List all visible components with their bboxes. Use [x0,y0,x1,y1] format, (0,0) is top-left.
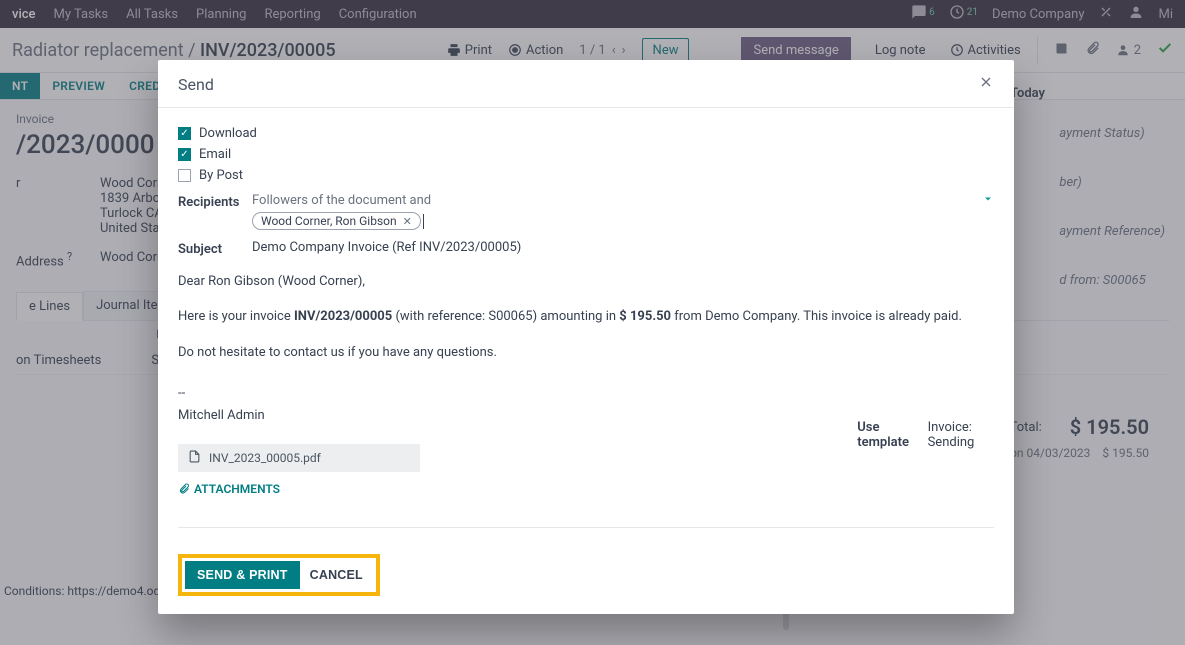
use-template-label: Use template [857,420,911,450]
download-label: Download [199,126,257,141]
recipients-label: Recipients [178,193,234,210]
email-body[interactable]: Dear Ron Gibson (Wood Corner), Here is y… [178,271,994,426]
bypost-label: By Post [199,168,243,183]
chevron-down-icon[interactable] [982,193,994,209]
chip-remove-icon[interactable]: ✕ [403,215,412,228]
cancel-button[interactable]: CANCEL [300,561,373,589]
send-modal: Send ✓ Download ✓ Email By Post Recipien… [158,60,1014,614]
email-label: Email [199,147,231,162]
footer-highlight: SEND & PRINT CANCEL [178,554,380,596]
use-template-value[interactable]: Invoice: Sending [928,420,994,450]
subject-label: Subject [178,240,234,257]
text-cursor [423,214,424,229]
download-checkbox[interactable]: ✓ [178,127,191,140]
email-hesitate: Do not hesitate to contact us if you hav… [178,342,994,363]
pdf-icon [188,450,201,466]
email-main-line: Here is your invoice INV/2023/00005 (wit… [178,306,994,327]
bypost-checkbox[interactable] [178,169,191,182]
recipients-lead: Followers of the document and [252,193,431,208]
email-greeting: Dear Ron Gibson (Wood Corner), [178,271,994,292]
modal-title: Send [178,75,214,94]
attachments-button[interactable]: ATTACHMENTS [178,482,280,496]
subject-input[interactable]: Demo Company Invoice (Ref INV/2023/00005… [252,240,994,255]
attachment-chip[interactable]: INV_2023_00005.pdf [178,444,420,472]
email-checkbox[interactable]: ✓ [178,148,191,161]
recipient-chip[interactable]: Wood Corner, Ron Gibson ✕ [252,212,421,230]
sig-sep: -- [178,383,994,404]
close-icon[interactable] [978,74,994,95]
send-print-button[interactable]: SEND & PRINT [185,561,300,589]
